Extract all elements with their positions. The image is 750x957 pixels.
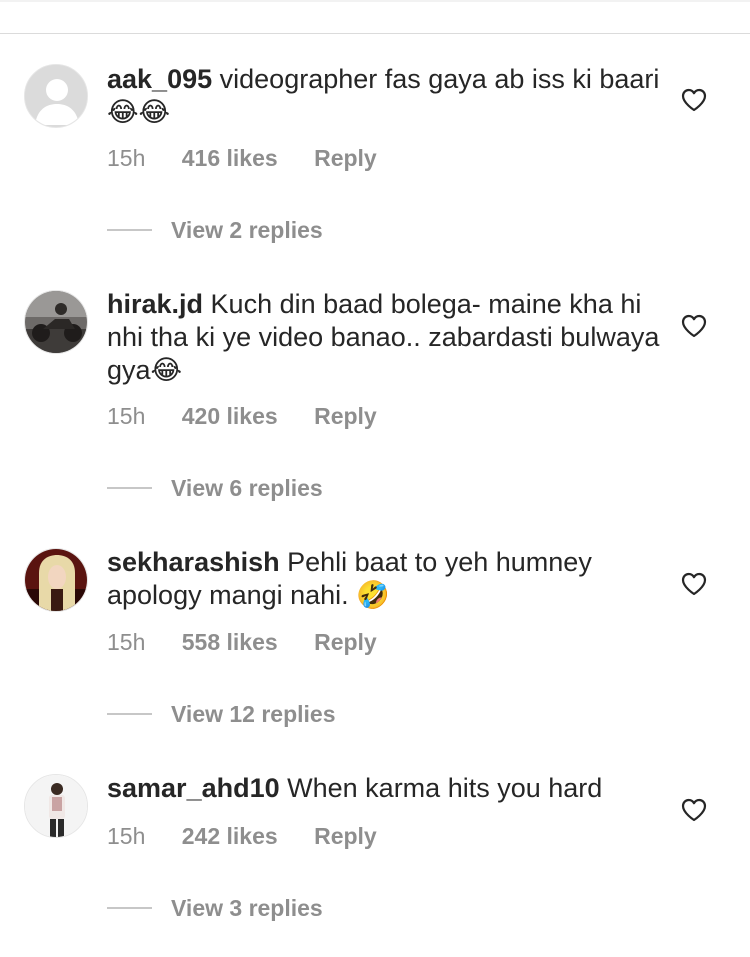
- avatar[interactable]: [24, 290, 88, 354]
- comment-time: 15h: [107, 145, 146, 171]
- motorcycle-photo: [25, 291, 87, 353]
- comment-meta: 15h 558 likes Reply: [107, 629, 407, 656]
- heart-icon[interactable]: [681, 798, 707, 822]
- replies-dash: [107, 907, 152, 909]
- comment-text: aak_095 videographer fas gaya ab iss ki …: [107, 63, 667, 129]
- heart-icon[interactable]: [681, 314, 707, 338]
- view-replies-label: View 3 replies: [171, 894, 323, 921]
- comment-likes[interactable]: 416 likes: [182, 145, 278, 171]
- replies-dash: [107, 487, 152, 489]
- reply-button[interactable]: Reply: [314, 823, 377, 849]
- view-replies-button[interactable]: View 6 replies: [107, 473, 323, 503]
- comment-likes[interactable]: 558 likes: [182, 629, 278, 655]
- comment-emoji: 😂😂: [107, 97, 171, 127]
- comment-body: When karma hits you hard: [287, 773, 603, 803]
- heart-icon[interactable]: [681, 572, 707, 596]
- default-avatar-icon: [25, 65, 87, 127]
- comment-meta: 15h 420 likes Reply: [107, 403, 407, 430]
- top-edge: [0, 0, 750, 2]
- comment-username[interactable]: sekharashish: [107, 547, 280, 577]
- anime-character-photo: [25, 549, 87, 611]
- avatar[interactable]: [24, 548, 88, 612]
- comment-text: sekharashish Pehli baat to yeh humney ap…: [107, 546, 667, 612]
- reply-button[interactable]: Reply: [314, 145, 377, 171]
- view-replies-label: View 12 replies: [171, 700, 336, 727]
- reply-button[interactable]: Reply: [314, 629, 377, 655]
- heart-icon[interactable]: [681, 88, 707, 112]
- person-standing-photo: [25, 775, 87, 837]
- comment-username[interactable]: aak_095: [107, 64, 212, 94]
- comment-username[interactable]: samar_ahd10: [107, 773, 280, 803]
- comment-time: 15h: [107, 823, 146, 849]
- comment-body: videographer fas gaya ab iss ki baari: [219, 64, 660, 94]
- comment-text: samar_ahd10 When karma hits you hard: [107, 772, 667, 805]
- reply-button[interactable]: Reply: [314, 403, 377, 429]
- comment-emoji: 🤣: [356, 580, 390, 610]
- view-replies-button[interactable]: View 3 replies: [107, 893, 323, 923]
- view-replies-label: View 6 replies: [171, 474, 323, 501]
- avatar[interactable]: [24, 774, 88, 838]
- view-replies-button[interactable]: View 2 replies: [107, 215, 323, 245]
- comment-emoji: 😂: [150, 355, 183, 385]
- replies-dash: [107, 713, 152, 715]
- avatar[interactable]: [24, 64, 88, 128]
- comment-time: 15h: [107, 403, 146, 429]
- comment-meta: 15h 242 likes Reply: [107, 823, 407, 850]
- comment-text: hirak.jd Kuch din baad bolega- maine kha…: [107, 288, 667, 387]
- replies-dash: [107, 229, 152, 231]
- comment-time: 15h: [107, 629, 146, 655]
- comment-meta: 15h 416 likes Reply: [107, 145, 407, 172]
- comment-likes[interactable]: 420 likes: [182, 403, 278, 429]
- view-replies-label: View 2 replies: [171, 216, 323, 243]
- comment-likes[interactable]: 242 likes: [182, 823, 278, 849]
- comment-username[interactable]: hirak.jd: [107, 289, 203, 319]
- view-replies-button[interactable]: View 12 replies: [107, 699, 336, 729]
- header-divider: [0, 33, 750, 34]
